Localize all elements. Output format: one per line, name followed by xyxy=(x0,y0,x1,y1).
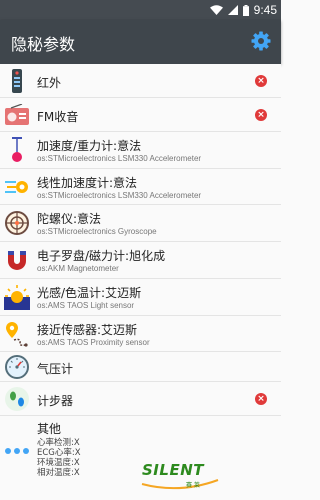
item-subtitle: os:AKM Magnetometer xyxy=(37,264,119,273)
item-subtitle: os:STMicroelectronics Gyroscope xyxy=(37,227,157,236)
item-title: 光感/色温计:艾迈斯 xyxy=(37,286,142,300)
signal-icon xyxy=(227,5,238,15)
speed-lines-icon xyxy=(4,174,30,200)
item-title: 加速度/重力计:意法 xyxy=(37,139,142,153)
item-title: 线性加速度计:意法 xyxy=(37,176,138,190)
item-title: FM收音 xyxy=(37,110,79,124)
item-title: 陀螺仪:意法 xyxy=(37,212,102,226)
list-item-fm-radio[interactable]: FM收音 × xyxy=(0,98,281,132)
barometer-icon xyxy=(4,354,30,380)
item-title: 计步器 xyxy=(37,394,74,408)
page-title: 隐秘参数 xyxy=(11,35,76,54)
heart-rate-line: 心率检测:X xyxy=(37,438,80,448)
item-title: 接近传感器:艾迈斯 xyxy=(37,323,138,337)
watermark-brand: SILENT xyxy=(142,461,204,479)
item-title: 电子罗盘/磁力计:旭化成 xyxy=(37,249,166,263)
sun-horizon-icon xyxy=(4,284,30,310)
list-item-gyroscope[interactable]: 陀螺仪:意法 os:STMicroelectronics Gyroscope xyxy=(0,205,281,242)
sensor-list: 红外 × FM收音 × 加速度/重力计:意法 os:STMicroelectro… xyxy=(0,64,281,486)
item-subtitle: os:STMicroelectronics LSM330 Acceleromet… xyxy=(37,191,202,200)
list-item-barometer[interactable]: 气压计 xyxy=(0,352,281,382)
item-title: 红外 xyxy=(37,76,62,90)
list-item-linear-accelerometer[interactable]: 线性加速度计:意法 os:STMicroelectronics LSM330 A… xyxy=(0,169,281,205)
item-subtitle: os:AMS TAOS Proximity sensor xyxy=(37,338,150,347)
list-item-light-sensor[interactable]: 光感/色温计:艾迈斯 os:AMS TAOS Light sensor xyxy=(0,279,281,316)
close-icon: × xyxy=(257,393,265,404)
list-item-infrared[interactable]: 红外 × xyxy=(0,64,281,98)
item-title: 气压计 xyxy=(37,362,74,376)
close-icon: × xyxy=(257,75,265,86)
list-item-accelerometer[interactable]: 加速度/重力计:意法 os:STMicroelectronics LSM330 … xyxy=(0,132,281,169)
footprints-icon xyxy=(4,386,30,412)
magnet-icon xyxy=(4,247,30,273)
status-time: 9:45 xyxy=(253,3,277,17)
location-pin-icon xyxy=(4,321,30,347)
relative-temp-line: 相对温度:X xyxy=(37,468,80,478)
list-item-pedometer[interactable]: 计步器 × xyxy=(0,382,281,416)
app-bar: 隐秘参数 xyxy=(0,20,281,64)
gyroscope-icon xyxy=(4,210,30,236)
gear-icon xyxy=(251,31,271,51)
watermark-logo: SILENT 赛 莱 xyxy=(140,458,222,500)
other-details: 心率检测:X ECG心率:X 环境温度:X 相对温度:X xyxy=(37,438,81,478)
status-bar: 9:45 xyxy=(0,0,281,20)
remove-button[interactable]: × xyxy=(255,75,267,87)
list-item-proximity-sensor[interactable]: 接近传感器:艾迈斯 os:AMS TAOS Proximity sensor xyxy=(0,316,281,352)
item-title: 其他 xyxy=(37,422,62,436)
pendulum-icon xyxy=(4,137,30,163)
infrared-remote-icon xyxy=(4,68,30,94)
ecg-line: ECG心率:X xyxy=(37,448,81,458)
dots-icon xyxy=(4,438,30,464)
remove-button[interactable]: × xyxy=(255,393,267,405)
list-item-magnetometer[interactable]: 电子罗盘/磁力计:旭化成 os:AKM Magnetometer xyxy=(0,242,281,279)
settings-button[interactable] xyxy=(249,29,273,53)
wifi-icon xyxy=(209,5,223,15)
radio-icon xyxy=(4,102,30,128)
watermark-sub: 赛 莱 xyxy=(186,482,200,489)
remove-button[interactable]: × xyxy=(255,109,267,121)
ambient-temp-line: 环境温度:X xyxy=(37,458,80,468)
item-subtitle: os:STMicroelectronics LSM330 Acceleromet… xyxy=(37,154,202,163)
battery-icon xyxy=(242,4,249,16)
status-icons: 9:45 xyxy=(209,2,277,18)
item-subtitle: os:AMS TAOS Light sensor xyxy=(37,301,135,310)
close-icon: × xyxy=(257,109,265,120)
